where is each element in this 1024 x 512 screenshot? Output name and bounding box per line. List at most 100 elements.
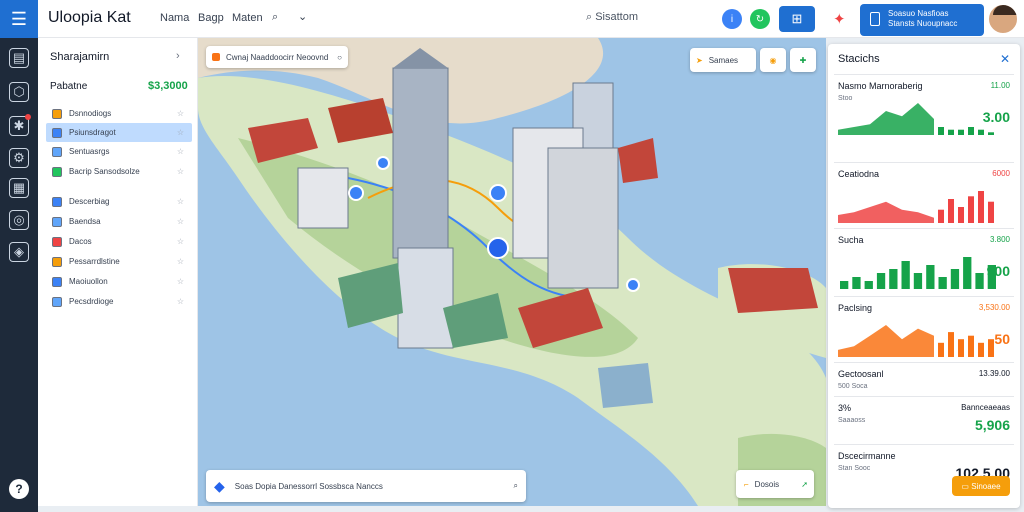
bar-mark bbox=[958, 129, 964, 135]
location-pin-icon[interactable] bbox=[626, 278, 640, 292]
network-icon[interactable]: ✱ bbox=[9, 114, 31, 136]
chart-icon[interactable]: ▦ bbox=[9, 178, 29, 198]
tower-building bbox=[392, 67, 449, 259]
item-icon bbox=[52, 296, 62, 307]
location-pin-icon[interactable] bbox=[489, 184, 507, 202]
item-icon bbox=[52, 256, 62, 267]
map-share-chip[interactable]: ➤ Samaes bbox=[690, 48, 756, 72]
sidebar-item[interactable]: Pecsdrdioge ☆ bbox=[46, 292, 192, 311]
map-info-chip[interactable]: Cwnaj Naaddoocirr Neoovnd ○ bbox=[206, 46, 348, 68]
map-bottom-search[interactable]: ◆ Soas Dopia Danessorrl Sossbsca Nanccs … bbox=[206, 470, 526, 502]
locate-chip[interactable]: ⌐ Dosois ➚ bbox=[736, 470, 814, 498]
sidebar-item[interactable]: Maoiuollon ☆ bbox=[46, 272, 192, 291]
info-icon[interactable]: i bbox=[722, 9, 742, 29]
search-text: Sisattom bbox=[595, 11, 639, 23]
location-pin-icon[interactable] bbox=[487, 237, 509, 259]
sidebar-item-label: Sentuasrgs bbox=[69, 147, 110, 156]
bar-mark bbox=[948, 332, 954, 357]
sparkline-chart bbox=[840, 257, 996, 289]
route-icon[interactable]: ◈ bbox=[9, 242, 29, 262]
area-series bbox=[838, 103, 934, 135]
help-icon[interactable]: ? bbox=[9, 479, 29, 499]
nav-item-2[interactable]: Bagp bbox=[198, 12, 224, 24]
location-pin-icon[interactable] bbox=[376, 156, 390, 170]
sidebar-item[interactable]: Baendsa ☆ bbox=[46, 212, 192, 231]
settings-icon[interactable]: ⚙ bbox=[9, 148, 29, 168]
navigation-icon: ◆ bbox=[214, 477, 225, 494]
map-view[interactable]: Cwnaj Naaddoocirr Neoovnd ○ ➤ Samaes ◉ ✚… bbox=[198, 38, 826, 506]
star-icon[interactable]: ☆ bbox=[177, 217, 184, 226]
share-icon: ➤ bbox=[696, 55, 703, 65]
box-icon[interactable]: ⬡ bbox=[9, 82, 29, 102]
bar-mark bbox=[978, 191, 984, 223]
star-icon[interactable]: ☆ bbox=[177, 167, 184, 176]
sidebar-item[interactable]: Bacrip Sansodsolze ☆ bbox=[46, 162, 192, 181]
sidebar-item[interactable]: Dsnnodiogs ☆ bbox=[46, 104, 192, 123]
stat-card[interactable]: 3% Saaaoss Bannceaeaas 5,906 bbox=[834, 396, 1014, 440]
arrow-icon: ➚ bbox=[801, 479, 808, 489]
star-icon[interactable]: ☆ bbox=[177, 297, 184, 306]
layers-icon[interactable]: ▤ bbox=[9, 48, 29, 68]
star-icon[interactable]: ☆ bbox=[177, 128, 184, 137]
location-pin-icon[interactable] bbox=[348, 185, 364, 201]
sidebar-item[interactable]: Sentuasrgs ☆ bbox=[46, 142, 192, 161]
hamburger-menu-icon[interactable]: ☰ bbox=[0, 0, 38, 38]
card-label: Sucha bbox=[838, 235, 864, 245]
star-icon[interactable]: ☆ bbox=[177, 277, 184, 286]
nav-item-1[interactable]: Nama bbox=[160, 12, 189, 24]
card-small-value: Bannceaeaas bbox=[961, 403, 1010, 412]
star-icon[interactable]: ☆ bbox=[177, 257, 184, 266]
bar-mark bbox=[988, 339, 994, 357]
sidebar-item[interactable]: Psiunsdragot ☆ bbox=[46, 123, 192, 142]
star-icon[interactable]: ☆ bbox=[177, 237, 184, 246]
map-info-text: Cwnaj Naaddoocirr Neoovnd bbox=[226, 52, 329, 62]
nav-item-3[interactable]: Maten bbox=[232, 12, 263, 24]
bar-mark bbox=[889, 269, 898, 289]
bar-mark bbox=[876, 273, 886, 289]
layers-icon: ◉ bbox=[769, 55, 777, 65]
sidebar-item[interactable]: Dacos ☆ bbox=[46, 232, 192, 251]
search-field[interactable]: ⌕ Sisattom bbox=[586, 11, 638, 24]
directions-button[interactable]: ✚ bbox=[790, 48, 816, 72]
orange-action-button[interactable]: ▭ Sinoaee bbox=[952, 476, 1010, 496]
item-icon bbox=[52, 276, 62, 287]
pier-building bbox=[598, 363, 653, 408]
sync-icon[interactable]: ↻ bbox=[750, 9, 770, 29]
bar-mark bbox=[840, 281, 849, 289]
compass-icon[interactable]: ◎ bbox=[9, 210, 29, 230]
search-icon[interactable]: ⌕ bbox=[272, 11, 278, 24]
chevron-right-icon[interactable]: › bbox=[176, 50, 180, 62]
bar-mark bbox=[968, 196, 974, 223]
button-icon: ▭ bbox=[961, 481, 972, 491]
sidebar-item-label: Dsnnodiogs bbox=[69, 109, 112, 118]
bar-mark bbox=[864, 281, 873, 289]
grid-view-button[interactable]: ⊞ bbox=[779, 6, 815, 32]
star-icon[interactable]: ☆ bbox=[177, 147, 184, 156]
bar-mark bbox=[975, 273, 984, 289]
stat-card[interactable]: Ceatiodna 6000 bbox=[834, 162, 1014, 228]
locate-icon: ⌐ bbox=[744, 479, 749, 489]
panel-title: Sharajamirn bbox=[50, 51, 110, 63]
bar-mark bbox=[926, 265, 935, 289]
bar-mark bbox=[968, 127, 974, 135]
stat-card[interactable]: Nasmo Marnoraberig Stoo 11.00 3.00 bbox=[834, 74, 1014, 140]
account-button[interactable]: Soasuo Nasfioas Stansts Nuoupnacc bbox=[860, 4, 984, 36]
favorite-icon[interactable]: ✦ bbox=[833, 10, 846, 28]
sidebar-item-label: Maoiuollon bbox=[69, 277, 108, 286]
close-icon[interactable]: ✕ bbox=[1000, 52, 1010, 66]
avatar[interactable] bbox=[987, 3, 1019, 35]
office-building bbox=[547, 147, 619, 289]
sidebar-item[interactable]: Pessarrdlstine ☆ bbox=[46, 252, 192, 271]
star-icon[interactable]: ☆ bbox=[177, 197, 184, 206]
star-icon[interactable]: ☆ bbox=[177, 109, 184, 118]
office-building bbox=[397, 247, 454, 349]
map-share-text: Samaes bbox=[708, 55, 739, 65]
stat-card[interactable]: Sucha 3.800 900 bbox=[834, 228, 1014, 294]
layers-button[interactable]: ◉ bbox=[760, 48, 786, 72]
chevron-down-icon[interactable]: ⌄ bbox=[298, 10, 307, 23]
sidebar-item-label: Baendsa bbox=[69, 217, 101, 226]
card-value: 5,906 bbox=[974, 417, 1010, 433]
stat-card[interactable]: Paclsing 3,530.00 50 bbox=[834, 296, 1014, 362]
bar-mark bbox=[987, 265, 996, 289]
sidebar-item[interactable]: Descerbiag ☆ bbox=[46, 192, 192, 211]
